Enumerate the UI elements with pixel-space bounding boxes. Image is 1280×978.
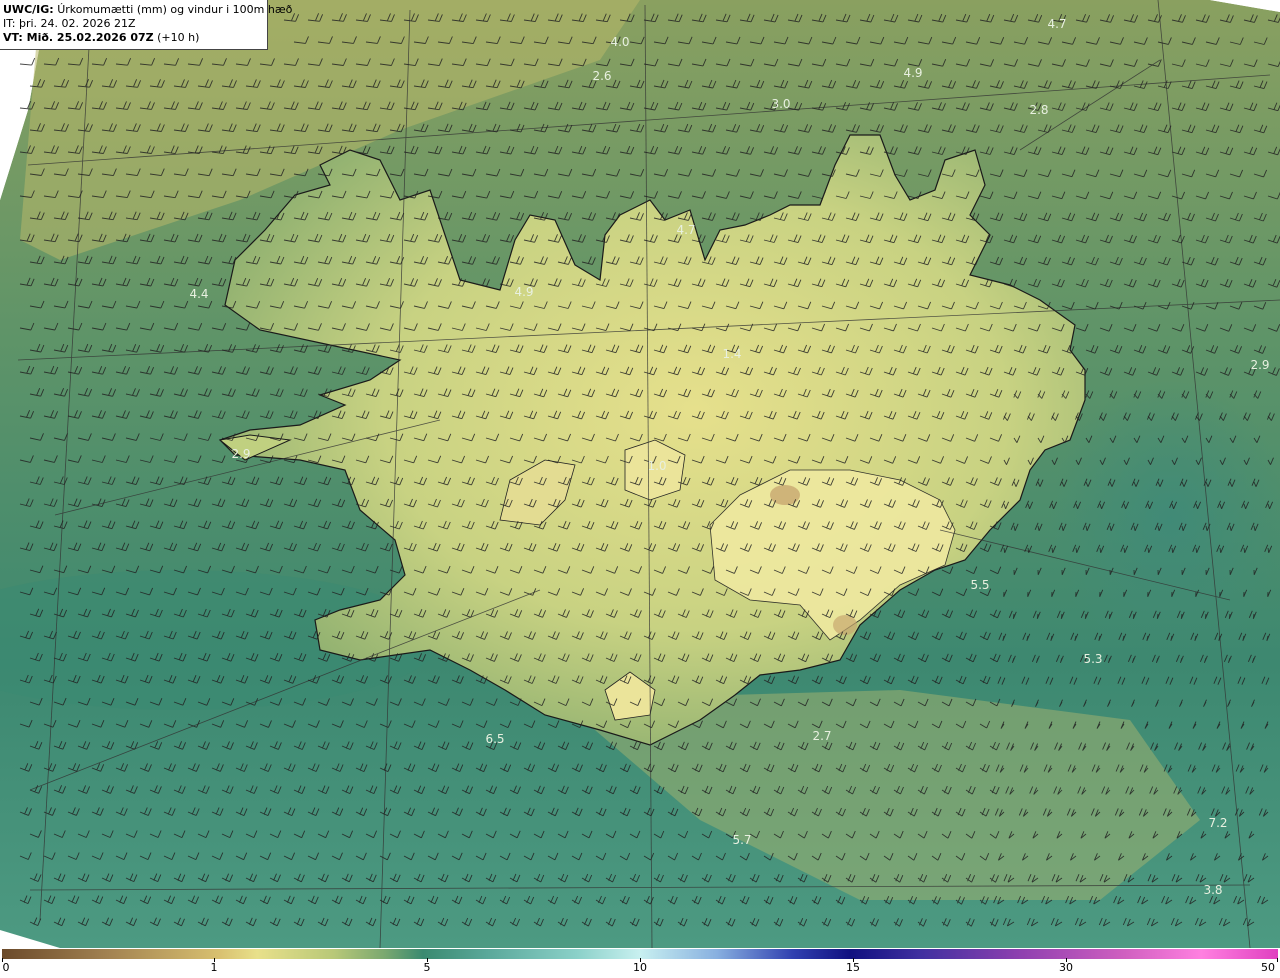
station-value-label: 4.7 xyxy=(676,223,695,237)
station-value-label: 2.9 xyxy=(1250,358,1269,372)
station-value-label: 4.4 xyxy=(189,287,208,301)
valid-time: VT: Mið. 25.02.2026 07Z xyxy=(3,31,154,44)
station-value-label: 4.9 xyxy=(514,285,533,299)
station-value-label: 5.7 xyxy=(732,833,751,847)
station-value-label: 2.9 xyxy=(231,447,250,461)
station-value-label: 2.7 xyxy=(812,729,831,743)
map-canvas: 4.0 4.7 2.6 4.9 3.0 2.8 4.7 4.4 4.9 1.4 2.9 2.9 1.0 5… xyxy=(0,0,1280,948)
station-value-label: 4.0 xyxy=(610,35,629,49)
map-header: UWC/IG: Úrkomumætti (mm) og vindur i 100… xyxy=(0,0,292,50)
map-title: Úrkomumætti (mm) og vindur i 100m hæð xyxy=(57,3,293,16)
colorbar-tick-1: 1 xyxy=(210,961,218,974)
station-value-label: 1.4 xyxy=(722,347,741,361)
station-value-label: 3.8 xyxy=(1203,883,1222,897)
station-value-label: 5.3 xyxy=(1083,652,1102,666)
valid-time-line: VT: Mið. 25.02.2026 07Z (+10 h) xyxy=(3,31,267,45)
station-value-label: 2.8 xyxy=(1029,103,1048,117)
model-prefix: UWC/IG: xyxy=(3,3,54,16)
valid-offset: (+10 h) xyxy=(157,31,200,44)
precipitation-map[interactable]: 4.0 4.7 2.6 4.9 3.0 2.8 4.7 4.4 4.9 1.4 2.9 2.9 1.0 5… xyxy=(0,0,1280,948)
colorbar-tick-5: 5 xyxy=(423,961,431,974)
station-value-label: 6.5 xyxy=(485,732,504,746)
station-value-label: 7.2 xyxy=(1208,816,1227,830)
station-value-label: 2.6 xyxy=(592,69,611,83)
colorbar-tick-30: 30 xyxy=(1059,961,1073,974)
station-value-label: 4.7 xyxy=(1047,17,1066,31)
colorbar-tick-15: 15 xyxy=(846,961,860,974)
colorbar-tick-50: 50 xyxy=(1261,961,1275,974)
colorbar-tick-10: 10 xyxy=(633,961,647,974)
station-value-label: 1.0 xyxy=(647,459,666,473)
dry-spot-southeast xyxy=(833,615,857,635)
colorbar: 0 1 5 10 15 30 50 xyxy=(0,948,1280,978)
header-title-line: UWC/IG: Úrkomumætti (mm) og vindur i 100… xyxy=(3,3,292,17)
wet-area-east xyxy=(1050,380,1280,660)
issue-time: IT: þri. 24. 02. 2026 21Z xyxy=(3,17,136,30)
colorbar-tickmark xyxy=(1277,958,1278,962)
station-value-label: 3.0 xyxy=(771,97,790,111)
station-value-label: 5.5 xyxy=(970,578,989,592)
colorbar-tick-0: 0 xyxy=(2,961,10,974)
station-value-label: 4.9 xyxy=(903,66,922,80)
